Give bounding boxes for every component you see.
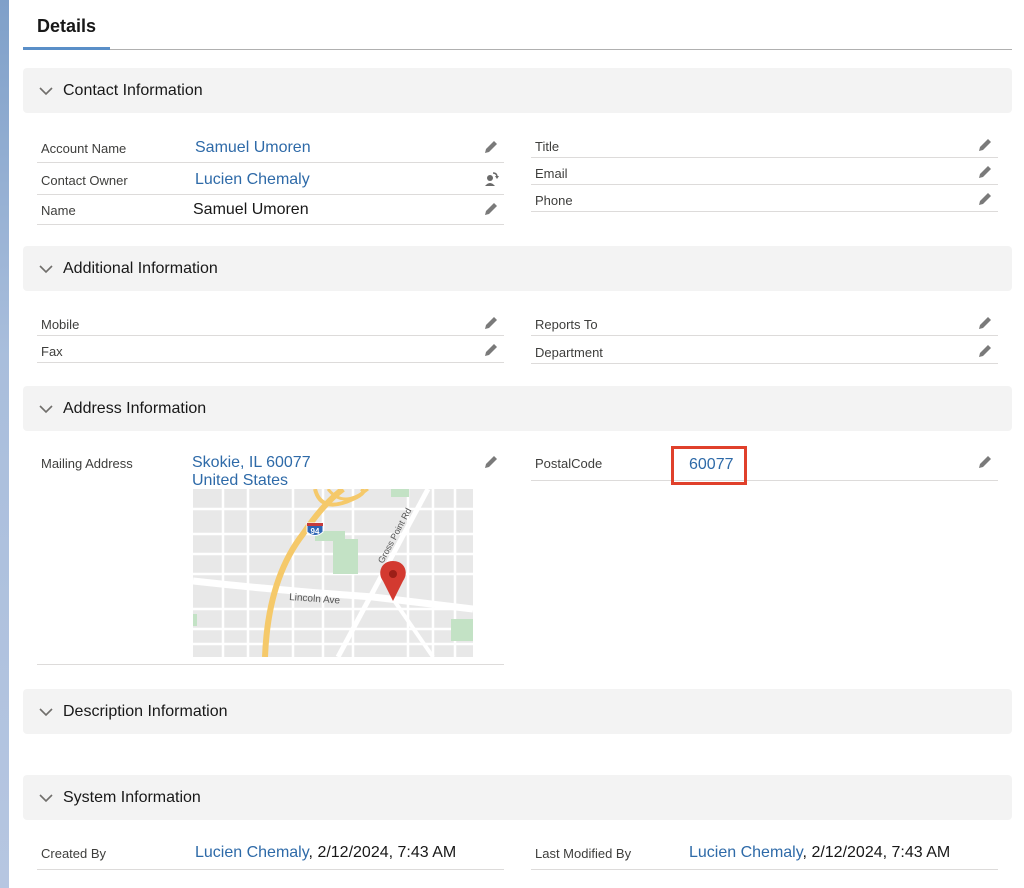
field-mobile: Mobile	[37, 309, 504, 336]
field-fax: Fax	[37, 336, 504, 363]
section-title-additional: Additional Information	[63, 259, 218, 277]
modified-by-user-link[interactable]: Lucien Chemaly	[689, 844, 803, 861]
postal-code-highlight	[671, 446, 747, 485]
pencil-icon[interactable]	[976, 453, 994, 471]
field-reports-to: Reports To	[531, 309, 998, 336]
chevron-down-icon	[39, 793, 53, 802]
field-label: PostalCode	[535, 456, 603, 471]
contact-owner-link[interactable]: Lucien Chemaly	[195, 171, 310, 189]
pencil-icon[interactable]	[976, 190, 994, 208]
field-account-name: Account Name Samuel Umoren	[37, 133, 504, 163]
field-label: Reports To	[535, 317, 598, 332]
field-label: Created By	[41, 846, 107, 861]
field-title: Title	[531, 131, 998, 158]
section-title-contact: Contact Information	[63, 81, 203, 99]
section-title-system: System Information	[63, 788, 201, 806]
section-header-contact[interactable]: Contact Information	[23, 68, 1012, 113]
pencil-icon[interactable]	[976, 163, 994, 181]
mailing-address-link[interactable]: Skokie, IL 60077 United States	[192, 454, 311, 490]
section-title-description: Description Information	[63, 702, 228, 720]
section-header-additional[interactable]: Additional Information	[23, 246, 1012, 291]
chevron-down-icon	[39, 707, 53, 716]
section-header-description[interactable]: Description Information	[23, 689, 1012, 734]
field-postal-code: PostalCode 60077	[531, 448, 998, 481]
section-header-address[interactable]: Address Information	[23, 386, 1012, 431]
field-label: Name	[41, 203, 76, 218]
pencil-icon[interactable]	[482, 341, 500, 359]
field-name: Name Samuel Umoren	[37, 195, 504, 225]
chevron-down-icon	[39, 86, 53, 95]
address-line-2: United States	[192, 472, 289, 489]
field-contact-owner: Contact Owner Lucien Chemaly	[37, 165, 504, 195]
field-department: Department	[531, 337, 998, 364]
tab-bar: Details	[23, 0, 1012, 50]
pencil-icon[interactable]	[976, 136, 994, 154]
created-by-user-link[interactable]: Lucien Chemaly	[195, 844, 309, 861]
modified-by-value: Lucien Chemaly, 2/12/2024, 7:43 AM	[689, 844, 950, 862]
field-phone: Phone	[531, 185, 998, 212]
field-label: Mailing Address	[41, 456, 133, 471]
pencil-icon[interactable]	[976, 342, 994, 360]
field-label: Phone	[535, 193, 573, 208]
pencil-icon[interactable]	[482, 314, 500, 332]
account-name-link[interactable]: Samuel Umoren	[195, 139, 311, 157]
background-strip	[0, 0, 9, 888]
modified-timestamp: , 2/12/2024, 7:43 AM	[802, 844, 951, 861]
pencil-icon[interactable]	[482, 138, 500, 156]
pencil-icon[interactable]	[976, 314, 994, 332]
field-label: Mobile	[41, 317, 80, 332]
section-title-address: Address Information	[63, 399, 207, 417]
field-label: Email	[535, 166, 568, 181]
pencil-icon[interactable]	[482, 200, 500, 218]
address-map[interactable]: 94 Lincoln Ave Gross Point Rd	[193, 489, 473, 657]
chevron-down-icon	[39, 264, 53, 273]
created-by-value: Lucien Chemaly, 2/12/2024, 7:43 AM	[195, 844, 456, 862]
section-header-system[interactable]: System Information	[23, 775, 1012, 820]
field-label: Last Modified By	[535, 846, 632, 861]
field-last-modified-by: Last Modified By Lucien Chemaly, 2/12/20…	[531, 838, 998, 870]
highway-shield: 94	[306, 522, 324, 536]
field-label: Title	[535, 139, 560, 154]
change-owner-icon[interactable]	[482, 170, 500, 188]
svg-text:94: 94	[311, 527, 320, 536]
field-label: Fax	[41, 344, 63, 359]
tab-details[interactable]: Details	[23, 16, 110, 50]
pencil-icon[interactable]	[482, 453, 500, 471]
field-label: Account Name	[41, 141, 127, 156]
chevron-down-icon	[39, 404, 53, 413]
tab-details-label: Details	[36, 16, 97, 36]
field-email: Email	[531, 158, 998, 185]
field-label: Contact Owner	[41, 173, 128, 188]
field-label: Department	[535, 345, 603, 360]
created-timestamp: , 2/12/2024, 7:43 AM	[308, 844, 457, 861]
map-graphic: 94 Lincoln Ave Gross Point Rd	[193, 489, 473, 657]
name-value: Samuel Umoren	[193, 201, 309, 218]
field-created-by: Created By Lucien Chemaly, 2/12/2024, 7:…	[37, 838, 504, 870]
address-line-1: Skokie, IL 60077	[192, 454, 311, 471]
